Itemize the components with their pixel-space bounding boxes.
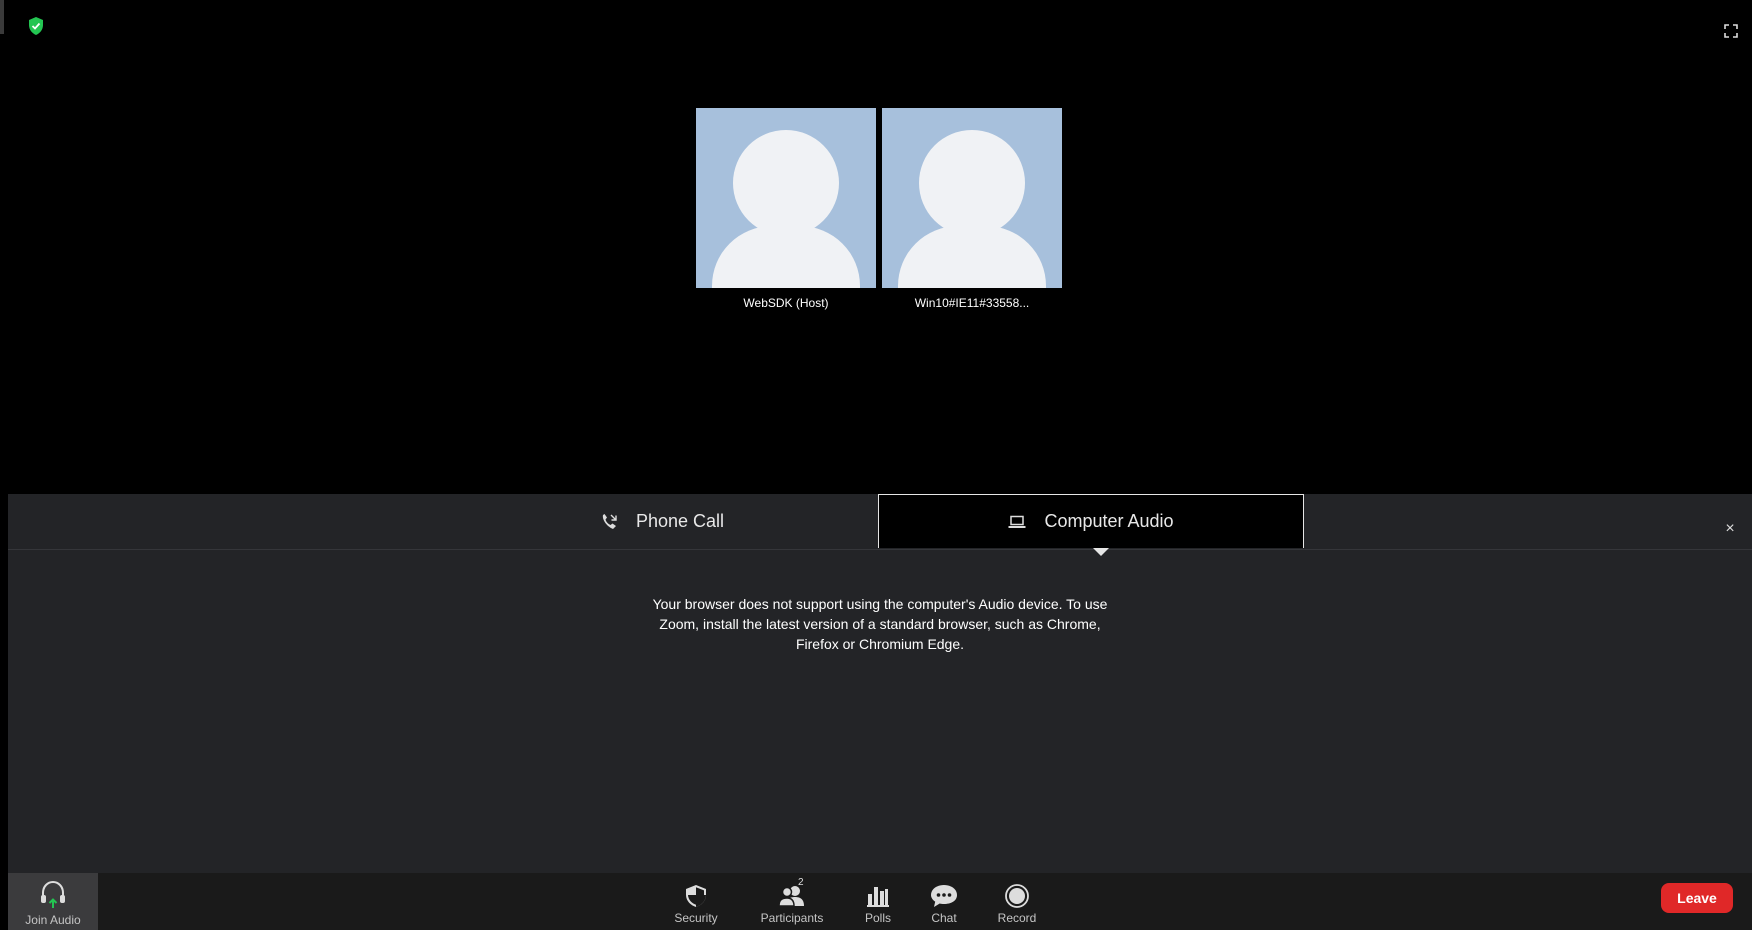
security-shield-icon: [686, 885, 706, 907]
join-audio-label: Join Audio: [25, 913, 81, 927]
tab-phone-call[interactable]: Phone Call: [600, 494, 780, 549]
record-label: Record: [997, 911, 1037, 925]
polls-label: Polls: [864, 911, 891, 925]
fullscreen-icon[interactable]: [1724, 24, 1738, 38]
avatar-head: [919, 130, 1025, 236]
participant-name: Win10#IE11#33558...: [914, 296, 1030, 310]
join-audio-panel: [8, 494, 1752, 874]
chat-label: Chat: [931, 911, 957, 925]
security-button[interactable]: Security: [658, 873, 734, 930]
tab-computer-audio[interactable]: Computer Audio: [878, 494, 1304, 548]
browser-unsupported-message: Your browser does not support using the …: [652, 596, 1108, 652]
window-edge: [0, 0, 4, 34]
join-audio-button[interactable]: Join Audio: [8, 873, 98, 930]
avatar-body: [898, 226, 1046, 288]
avatar-head: [733, 130, 839, 236]
phone-icon: [602, 513, 617, 529]
polls-icon: [867, 887, 889, 907]
selected-tab-caret: [1093, 548, 1109, 556]
participant-tile-guest[interactable]: [882, 108, 1062, 288]
chat-button[interactable]: Chat: [906, 873, 982, 930]
audio-tabs: Phone Call Computer Audio: [8, 494, 1752, 550]
participants-button[interactable]: 2 Participants: [754, 873, 830, 930]
encryption-shield-icon[interactable]: [28, 17, 44, 35]
close-panel-button[interactable]: ×: [1720, 519, 1740, 539]
participant-tile-host[interactable]: [696, 108, 876, 288]
avatar-body: [712, 226, 860, 288]
record-icon: [1005, 884, 1029, 908]
record-button[interactable]: Record: [978, 873, 1056, 930]
security-label: Security: [674, 911, 718, 925]
participants-label: Participants: [760, 911, 824, 925]
laptop-icon: [1008, 515, 1026, 528]
participants-count-badge: 2: [798, 877, 804, 888]
leave-button[interactable]: Leave: [1661, 883, 1733, 913]
headphones-icon: [41, 880, 65, 908]
chat-icon: [931, 885, 957, 907]
tab-phone-call-label: Phone Call: [636, 511, 725, 531]
tab-computer-audio-label: Computer Audio: [1044, 511, 1174, 531]
participant-name: WebSDK (Host): [743, 296, 829, 310]
